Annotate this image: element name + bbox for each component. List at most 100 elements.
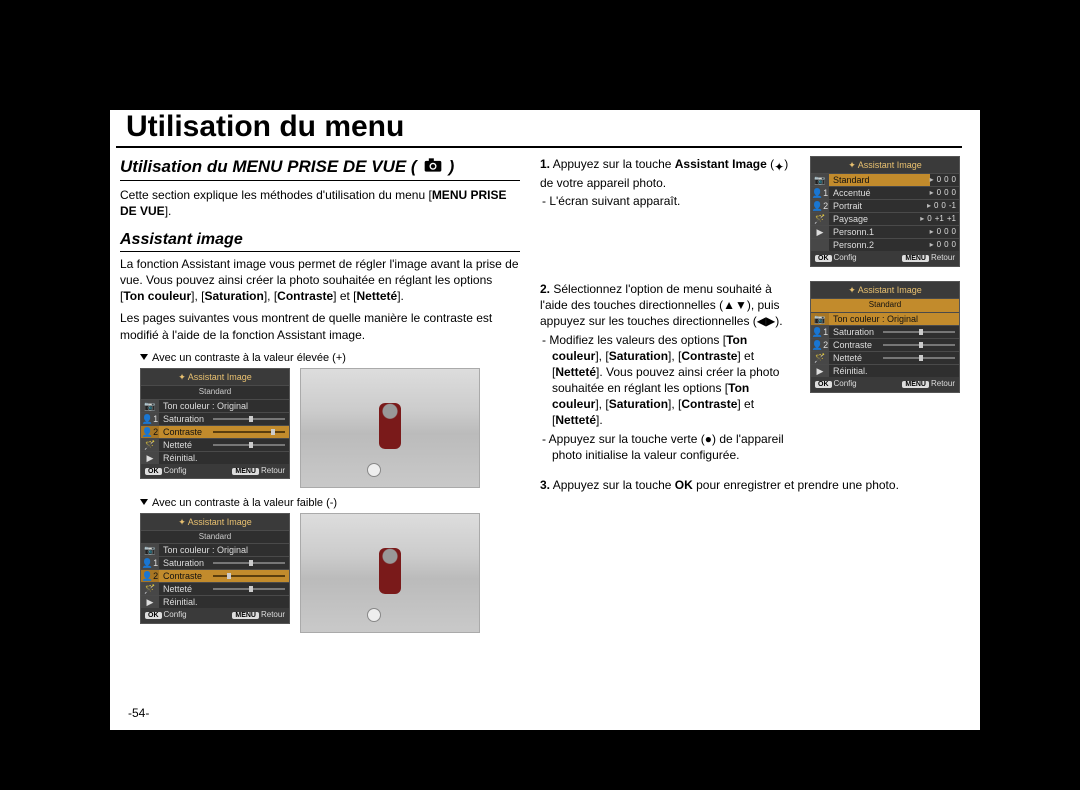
v: 0 [927, 214, 931, 225]
lcd-row: 👤2Portrait▸00-1 [811, 199, 959, 212]
slider [209, 426, 289, 438]
p1-b2: Saturation [204, 289, 263, 303]
lcd-title: ✦ Assistant Image [141, 514, 289, 530]
intro-post: ]. [165, 204, 172, 218]
p1-m1: ], [ [191, 289, 204, 303]
lcd-row-reset: ▶Réinitial. [811, 364, 959, 377]
step-3-text: 3. Appuyez sur la touche OK pour enregis… [540, 477, 960, 493]
wand-icon: 🪄 [141, 439, 159, 451]
lcd-label: Ton couleur : Original [159, 400, 289, 412]
lcd-label: Netteté [159, 583, 209, 595]
p1-post: ]. [397, 289, 404, 303]
lcd-label: Contraste [159, 426, 209, 438]
step-1-text: 1. Appuyez sur la touche Assistant Image… [540, 156, 800, 210]
b: Netteté [555, 413, 596, 427]
step-3-post: pour enregistrer et prendre une photo. [693, 478, 899, 492]
lcd-label: Saturation [159, 557, 209, 569]
assistant-para1: La fonction Assistant image vous permet … [120, 256, 520, 305]
lcd-label: Saturation [829, 326, 879, 338]
camera-mode-icon: 📷 [141, 400, 159, 412]
slider [209, 413, 289, 425]
lcd-label: Portrait [829, 200, 927, 212]
menu-badge: MENU [902, 255, 929, 262]
ok-badge: OK [145, 612, 162, 619]
lcd-label: Netteté [829, 352, 879, 364]
foot-config: Config [164, 466, 187, 475]
p1-b3: Contraste [277, 289, 333, 303]
slider [879, 339, 959, 351]
foot-retour: Retour [261, 610, 285, 619]
step-1: 1. Appuyez sur la touche Assistant Image… [540, 156, 960, 267]
step-2-bullet2: Appuyez sur la touche verte (●) de l'app… [552, 431, 800, 463]
lcd-title-text: Assistant Image [858, 160, 922, 170]
step-2: 2. Sélectionnez l'option de menu souhait… [540, 281, 960, 463]
page-number: -54- [128, 706, 149, 720]
camera-icon [423, 156, 443, 179]
v: +1 [947, 214, 956, 225]
lcd-label: Contraste [159, 570, 209, 582]
lcd-row-sat: 👤1Saturation [811, 325, 959, 338]
lcd-label: Réinitial. [829, 365, 959, 377]
slider [209, 439, 289, 451]
v: -1 [949, 201, 956, 212]
lcd-sliders-low: ✦ Assistant Image Standard 📷Ton couleur … [140, 513, 290, 625]
example-high: ✦ Assistant Image Standard 📷Ton couleur … [140, 368, 520, 488]
v: 0 [944, 227, 948, 238]
step-2-body: Sélectionnez l'option de menu souhaité à… [540, 282, 783, 328]
step-1-pre: Appuyez sur la touche [550, 157, 675, 171]
foot-retour: Retour [931, 253, 955, 262]
p1-b4: Netteté [357, 289, 398, 303]
subsection-header: Assistant image [120, 229, 520, 252]
lcd-title-text: Assistant Image [188, 517, 252, 527]
lcd-label: Contraste [829, 339, 879, 351]
lcd-row: 🪄Paysage▸0+1+1 [811, 212, 959, 225]
section-header-text: Utilisation du MENU PRISE DE VUE ( [120, 156, 417, 179]
ok-badge: OK [815, 255, 832, 262]
lcd-preset-list: ✦ Assistant Image 📷Standard▸000 👤1Accent… [810, 156, 960, 267]
foot-config: Config [834, 253, 857, 262]
left-column: Utilisation du MENU PRISE DE VUE ( ) Cet… [120, 156, 520, 639]
caption-high: Avec un contraste à la valeur élevée (+) [140, 351, 520, 366]
section-header: Utilisation du MENU PRISE DE VUE ( ) [120, 156, 520, 181]
palette-icon: ✦ [178, 372, 186, 382]
lcd-row: ▶Personn.1▸000 [811, 225, 959, 238]
v: 0 [952, 227, 956, 238]
lcd-row-sat: 👤1Saturation [141, 556, 289, 569]
play-icon: ▶ [811, 226, 829, 238]
caption-high-text: Avec un contraste à la valeur élevée (+) [152, 352, 346, 364]
v: 0 [937, 188, 941, 199]
foot-retour: Retour [261, 466, 285, 475]
v: 0 [937, 175, 941, 186]
lcd-title-text: Assistant Image [858, 285, 922, 295]
lcd-vals: ▸0+1+1 [920, 213, 959, 225]
lcd-footer: OKConfig MENURetour [141, 608, 289, 623]
example-low: ✦ Assistant Image Standard 📷Ton couleur … [140, 513, 520, 633]
caption-low-text: Avec un contraste à la valeur faible (-) [152, 497, 337, 509]
lcd-row-reset: ▶Réinitial. [141, 595, 289, 608]
p1-b1: Ton couleur [123, 289, 191, 303]
v: 0 [944, 188, 948, 199]
lcd-row: 👤1Accentué▸000 [811, 186, 959, 199]
p1-m3: ] et [ [333, 289, 356, 303]
lcd-row-contrast: 👤2Contraste [141, 425, 289, 438]
foot-config: Config [834, 379, 857, 388]
lcd-label: Réinitial. [159, 452, 289, 464]
lcd-footer: OKConfig MENURetour [811, 251, 959, 266]
ok-badge: OK [145, 468, 162, 475]
lcd-label: Réinitial. [159, 596, 289, 608]
slider [209, 570, 289, 582]
person2-icon: 👤2 [141, 570, 159, 582]
b: Contraste [681, 397, 737, 411]
blank-icon [811, 239, 829, 251]
step-3-pre: Appuyez sur la touche [550, 478, 675, 492]
step-3-num: 3. [540, 478, 550, 492]
p1-m2: ], [ [264, 289, 277, 303]
assistant-para2: Les pages suivantes vous montrent de que… [120, 310, 520, 342]
menu-badge: MENU [902, 381, 929, 388]
lcd-row: 📷Standard▸000 [811, 173, 959, 186]
lcd-title: ✦ Assistant Image [811, 157, 959, 173]
lcd-row: Personn.2▸000 [811, 238, 959, 251]
lcd-subhead: Standard [141, 385, 289, 399]
person2-icon: 👤2 [141, 426, 159, 438]
v: 0 [952, 240, 956, 251]
